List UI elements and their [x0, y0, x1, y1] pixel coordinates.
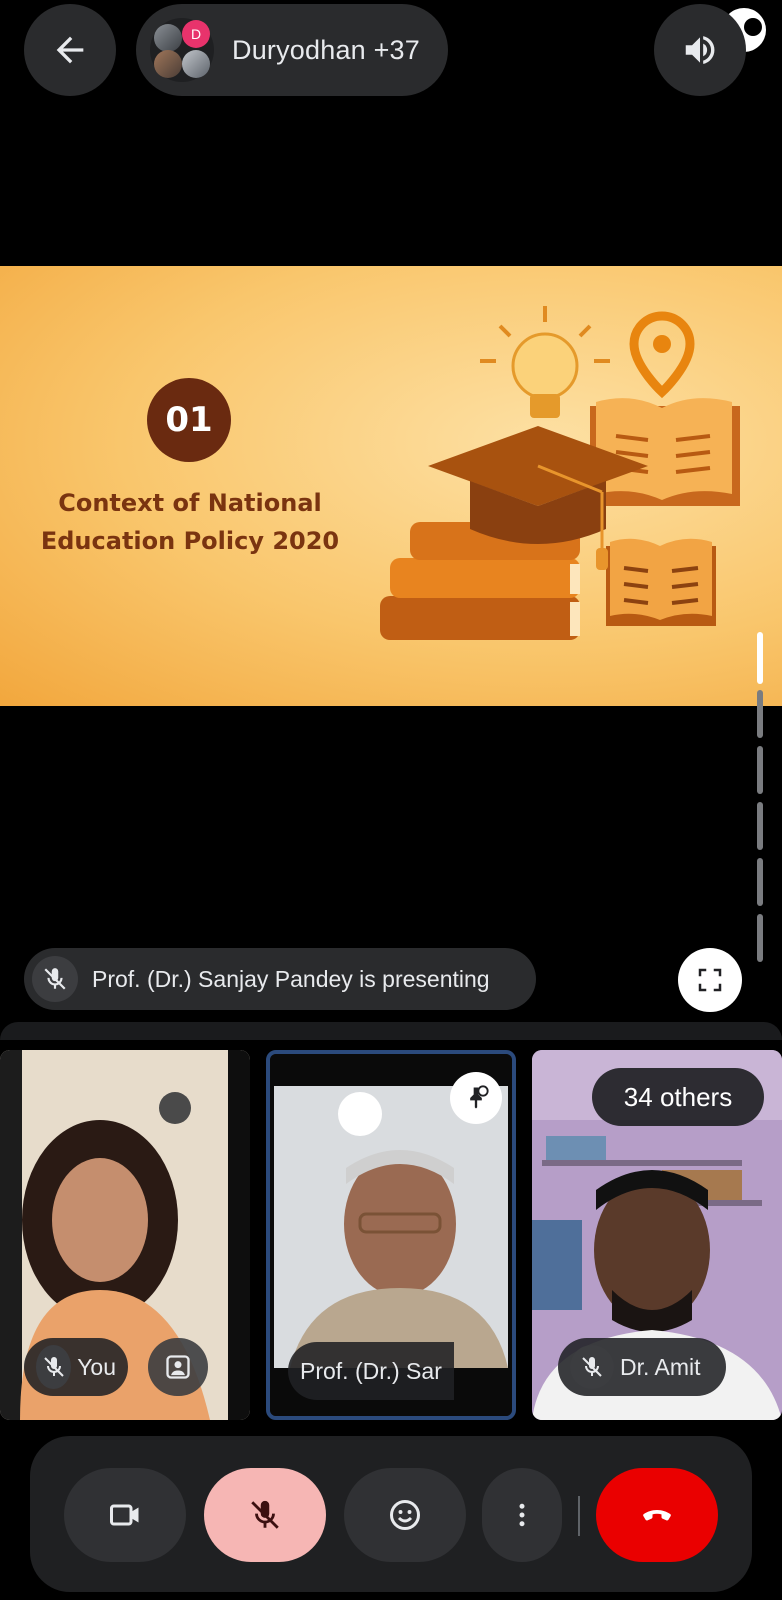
video-tile-pinned[interactable]: Prof. (Dr.) Sar [266, 1050, 516, 1420]
participant-avatars: D [150, 18, 214, 82]
page-indicator-segment [757, 802, 763, 850]
avatar [154, 50, 182, 78]
more-vert-icon [519, 1503, 525, 1527]
slide-title-line-2: Education Policy 2020 [40, 527, 340, 555]
effects-icon [166, 1355, 190, 1379]
slide-title: Context of National Education Policy 202… [20, 484, 360, 560]
more-options-button[interactable] [482, 1468, 562, 1562]
visual-effects-button[interactable] [148, 1338, 208, 1396]
back-button[interactable] [24, 4, 116, 96]
fullscreen-icon [698, 968, 722, 992]
video-camera-icon [110, 1504, 139, 1526]
mic-muted-indicator [570, 1345, 614, 1389]
avatar: D [182, 20, 210, 48]
lightbulb-icon [480, 306, 610, 418]
arrow-left-icon [56, 36, 84, 64]
pin-badge[interactable] [450, 1072, 502, 1124]
speaker-button[interactable] [654, 4, 746, 96]
open-book-icon [590, 398, 740, 506]
avatar-initial: D [190, 26, 202, 42]
pin-icon [470, 1085, 489, 1109]
mic-muted-indicator [32, 956, 78, 1002]
tile-name-label: Dr. Amit [558, 1338, 726, 1396]
hang-up-icon [643, 1510, 671, 1521]
reactions-button[interactable] [344, 1468, 466, 1562]
mic-toggle-button[interactable] [204, 1468, 326, 1562]
presentation-slide: 01 Context of National Education Policy … [0, 266, 782, 706]
mic-off-icon [582, 1357, 602, 1377]
tile-name-label: You [24, 1338, 128, 1396]
tile-name: Dr. Amit [620, 1353, 701, 1380]
participants-chip[interactable]: D Duryodhan +37 [136, 4, 448, 96]
presenting-banner: Prof. (Dr.) Sanjay Pandey is presenting [24, 948, 536, 1010]
page-indicator-segment [757, 746, 763, 794]
participants-label: Duryodhan +37 [232, 34, 420, 65]
slide-number: 01 [147, 378, 231, 462]
emoji-icon [390, 1500, 420, 1530]
tile-name: You [77, 1353, 116, 1380]
avatar [182, 50, 210, 78]
presenting-text: Prof. (Dr.) Sanjay Pandey is presenting [92, 965, 490, 992]
mic-off-icon [43, 1357, 64, 1377]
slide-title-line-1: Context of National [58, 489, 322, 517]
page-indicator-active [757, 632, 763, 684]
end-call-button[interactable] [596, 1468, 718, 1562]
tile-name-label: Prof. (Dr.) Sar [288, 1342, 454, 1400]
volume-icon [685, 36, 715, 64]
video-tile-others[interactable]: 34 others Dr. Amit [532, 1050, 782, 1420]
video-tile-self[interactable]: You [0, 1050, 250, 1420]
tile-name: Prof. (Dr.) Sar [300, 1357, 442, 1384]
fullscreen-button[interactable] [678, 948, 742, 1012]
page-indicator[interactable] [755, 632, 765, 964]
mic-off-icon [251, 1500, 279, 1529]
page-indicator-segment [757, 914, 763, 962]
call-controls-bar [30, 1436, 752, 1592]
others-count-badge[interactable]: 34 others [592, 1068, 764, 1126]
section-divider [0, 1022, 782, 1040]
open-book-icon [606, 538, 716, 626]
location-pin-icon [629, 311, 695, 399]
page-indicator-segment [757, 690, 763, 738]
mic-muted-indicator [36, 1345, 72, 1389]
avatar [154, 24, 182, 52]
camera-toggle-button[interactable] [64, 1468, 186, 1562]
mic-off-icon [44, 968, 66, 990]
controls-separator [578, 1496, 580, 1536]
page-indicator-segment [757, 858, 763, 906]
education-illustration [380, 306, 740, 640]
